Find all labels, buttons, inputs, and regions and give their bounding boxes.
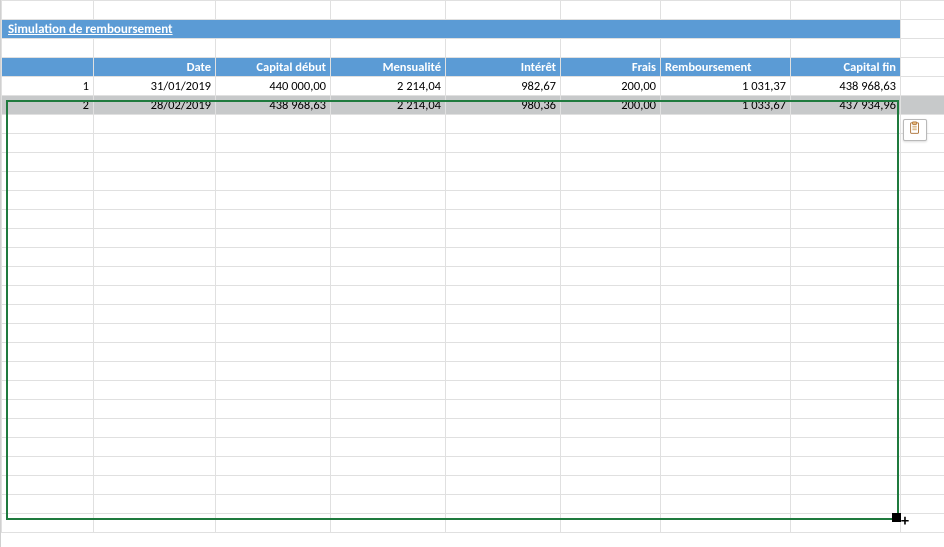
- cell-capital-debut[interactable]: 440 000,00: [216, 77, 331, 96]
- paste-options-button[interactable]: [903, 119, 927, 141]
- table-row[interactable]: 1 31/01/2019 440 000,00 2 214,04 982,67 …: [2, 77, 944, 96]
- cell-idx[interactable]: 1: [2, 77, 94, 96]
- grid-table[interactable]: Simulation de remboursement Date Capital…: [1, 0, 944, 533]
- cell-date[interactable]: 28/02/2019: [94, 96, 216, 115]
- header-interet[interactable]: Intérêt: [446, 58, 561, 77]
- table-row[interactable]: 2 28/02/2019 438 968,63 2 214,04 980,36 …: [2, 96, 944, 115]
- header-remboursement[interactable]: Remboursement: [661, 58, 791, 77]
- cell-capital-fin[interactable]: 437 934,96: [791, 96, 901, 115]
- clipboard-icon: [908, 121, 922, 139]
- header-mensualite[interactable]: Mensualité: [331, 58, 446, 77]
- header-date[interactable]: Date: [94, 58, 216, 77]
- header-capital-debut[interactable]: Capital début: [216, 58, 331, 77]
- spreadsheet-grid[interactable]: Simulation de remboursement Date Capital…: [0, 0, 944, 547]
- cell-remboursement[interactable]: 1 033,67: [661, 96, 791, 115]
- header-blank[interactable]: [2, 58, 94, 77]
- cell-mensualite[interactable]: 2 214,04: [331, 77, 446, 96]
- cell-interet[interactable]: 982,67: [446, 77, 561, 96]
- title-text: Simulation de remboursement: [8, 22, 173, 37]
- title-row[interactable]: Simulation de remboursement: [2, 20, 944, 39]
- cell-frais[interactable]: 200,00: [561, 96, 661, 115]
- cell-remboursement[interactable]: 1 031,37: [661, 77, 791, 96]
- cell-interet[interactable]: 980,36: [446, 96, 561, 115]
- cell-frais[interactable]: 200,00: [561, 77, 661, 96]
- header-frais[interactable]: Frais: [561, 58, 661, 77]
- header-row[interactable]: Date Capital début Mensualité Intérêt Fr…: [2, 58, 944, 77]
- title-cell[interactable]: Simulation de remboursement: [2, 20, 901, 39]
- cell-idx[interactable]: 2: [2, 96, 94, 115]
- header-capital-fin[interactable]: Capital fin: [791, 58, 901, 77]
- cell-capital-fin[interactable]: 438 968,63: [791, 77, 901, 96]
- cell-date[interactable]: 31/01/2019: [94, 77, 216, 96]
- cell-mensualite[interactable]: 2 214,04: [331, 96, 446, 115]
- cell-capital-debut[interactable]: 438 968,63: [216, 96, 331, 115]
